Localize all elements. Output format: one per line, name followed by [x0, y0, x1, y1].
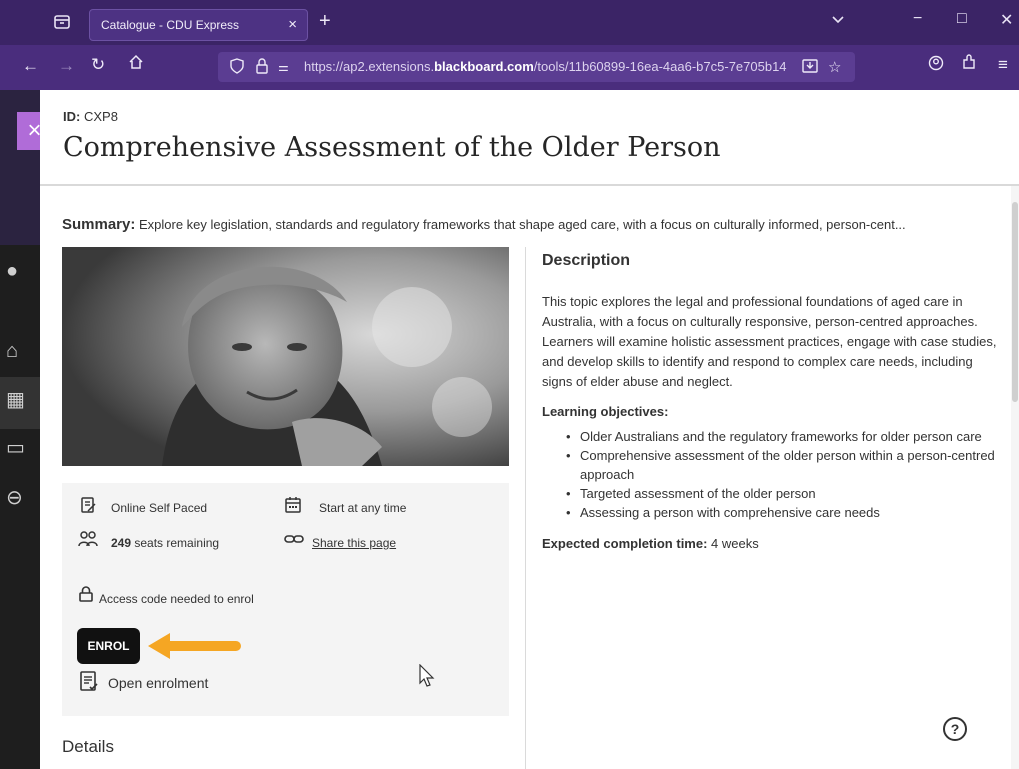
- reload-icon[interactable]: ↻: [91, 55, 105, 75]
- lock-icon: [78, 586, 94, 607]
- tab-title: Catalogue - CDU Express: [101, 18, 240, 32]
- extensions-icon[interactable]: [961, 54, 977, 75]
- start-time-label: Start at any time: [319, 501, 407, 515]
- objectives-list: Older Australians and the regulatory fra…: [566, 427, 997, 522]
- completion-label: Expected completion time:: [542, 536, 708, 551]
- home-icon[interactable]: [128, 54, 144, 75]
- list-all-tabs-icon[interactable]: [831, 13, 845, 28]
- enrolment-type-icon: [79, 671, 99, 698]
- course-id: ID: CXP8: [63, 109, 118, 124]
- delivery-mode-label: Online Self Paced: [111, 501, 208, 515]
- window-close-button[interactable]: ✕: [1000, 10, 1013, 30]
- delivery-mode-icon: [79, 496, 97, 519]
- lock-icon[interactable]: [255, 58, 269, 78]
- browser-tab-active[interactable]: Catalogue - CDU Express ×: [89, 9, 308, 41]
- bookmark-star-icon[interactable]: ☆: [828, 58, 841, 76]
- description-heading: Description: [542, 252, 631, 269]
- courses-icon[interactable]: ▭: [6, 435, 25, 460]
- minimize-button[interactable]: −: [913, 10, 922, 28]
- completion-time: Expected completion time: 4 weeks: [542, 536, 997, 551]
- tab-list-icon[interactable]: [52, 12, 72, 32]
- url-path: /tools/11b60899-16ea-4aa6-b7c5-7e705b14: [533, 59, 787, 74]
- shield-icon[interactable]: [230, 58, 244, 78]
- course-id-value: CXP8: [83, 109, 118, 124]
- link-icon[interactable]: [284, 531, 304, 552]
- menu-icon[interactable]: ≡: [998, 55, 1008, 75]
- summary-label: Summary:: [62, 216, 136, 233]
- url-text[interactable]: https://ap2.extensions.blackboard.com/to…: [304, 59, 804, 74]
- highlight-arrow-icon: [146, 631, 242, 666]
- course-hero-image: [62, 247, 509, 466]
- seats-count: 249: [111, 536, 132, 550]
- objectives-heading: Learning objectives:: [542, 404, 669, 419]
- course-panel: ID: CXP8 Comprehensive Assessment of the…: [40, 90, 1019, 769]
- back-icon[interactable]: ←: [22, 56, 39, 76]
- page-title: Comprehensive Assessment of the Older Pe…: [63, 132, 721, 163]
- panel-header: ID: CXP8 Comprehensive Assessment of the…: [40, 90, 1019, 186]
- description-body: This topic explores the legal and profes…: [542, 294, 997, 389]
- summary-text: Explore key legislation, standards and r…: [138, 217, 906, 232]
- calendar-icon: [284, 496, 302, 519]
- profile-icon[interactable]: ●: [6, 260, 18, 283]
- mouse-cursor-icon: [419, 663, 437, 693]
- maximize-button[interactable]: □: [957, 10, 967, 28]
- open-enrolment-label: Open enrolment: [108, 675, 209, 691]
- details-heading: Details: [62, 737, 114, 756]
- permissions-icon[interactable]: ⚌: [278, 60, 289, 74]
- completion-value: 4 weeks: [711, 536, 759, 551]
- address-bar[interactable]: ⚌ https://ap2.extensions.blackboard.com/…: [218, 52, 855, 82]
- column-divider: [525, 247, 526, 769]
- forward-icon[interactable]: →: [58, 56, 75, 76]
- account-icon[interactable]: [928, 55, 944, 76]
- access-code-label: Access code needed to enrol: [99, 592, 254, 606]
- lms-sidebar: ● ⌂ ▦ ▭ ⊖: [0, 90, 40, 769]
- seats-icon: [78, 530, 98, 553]
- enrol-button[interactable]: ENROL: [77, 628, 140, 664]
- save-page-icon[interactable]: [802, 58, 818, 78]
- seats-text: seats remaining: [134, 536, 220, 550]
- institution-icon[interactable]: ⌂: [6, 340, 18, 363]
- course-info-box: Online Self Paced Start at any time 249 …: [62, 483, 509, 716]
- objective-item: Assessing a person with comprehensive ca…: [566, 503, 997, 522]
- course-id-label: ID:: [63, 109, 81, 124]
- browser-titlebar: Catalogue - CDU Express × + − □ ✕: [0, 0, 1019, 45]
- calendar-icon[interactable]: ▦: [6, 387, 25, 412]
- description-section: Description This topic explores the lega…: [542, 252, 997, 551]
- summary: Summary: Explore key legislation, standa…: [62, 216, 992, 233]
- objective-item: Comprehensive assessment of the older pe…: [566, 446, 997, 484]
- new-tab-button[interactable]: +: [319, 10, 331, 33]
- signout-icon[interactable]: ⊖: [6, 485, 23, 510]
- scrollbar-thumb[interactable]: [1012, 202, 1018, 402]
- url-domain: blackboard.com: [434, 59, 534, 74]
- url-prefix: https://ap2.extensions.: [304, 59, 435, 74]
- tab-close-icon[interactable]: ×: [288, 16, 297, 33]
- help-icon[interactable]: ?: [943, 717, 967, 741]
- objective-item: Targeted assessment of the older person: [566, 484, 997, 503]
- seats-remaining: 249 seats remaining: [111, 536, 219, 550]
- objective-item: Older Australians and the regulatory fra…: [566, 427, 997, 446]
- share-page-link[interactable]: Share this page: [312, 536, 396, 550]
